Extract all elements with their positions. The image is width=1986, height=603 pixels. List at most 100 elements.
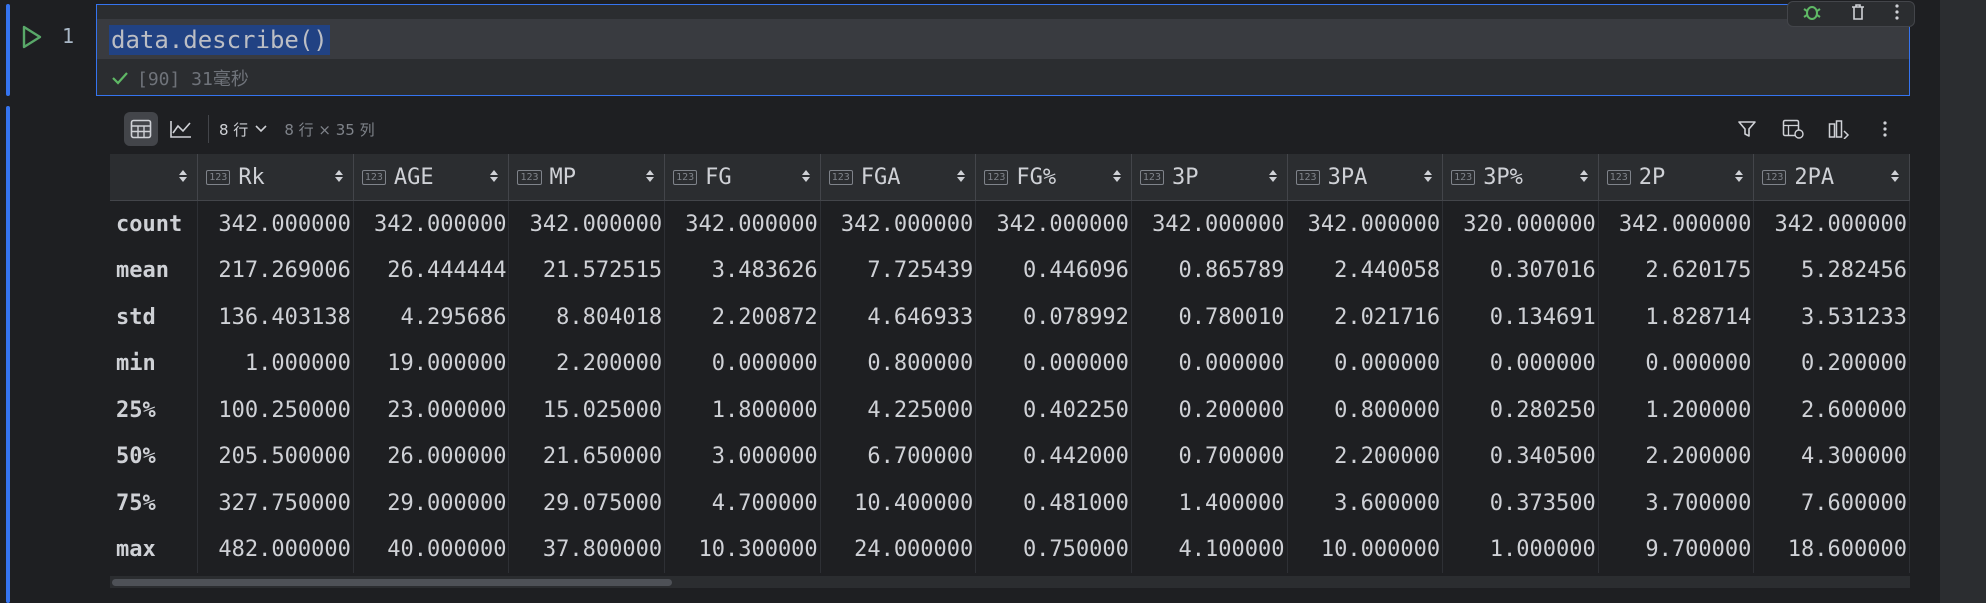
table-cell[interactable]: 5.282456 [1753,247,1910,294]
table-cell[interactable]: 21.572515 [508,247,666,294]
table-cell[interactable]: 0.865789 [1131,247,1288,294]
table-cell[interactable]: 0.200000 [1131,387,1288,434]
table-cell[interactable]: 342.000000 [197,200,354,248]
scrollbar-thumb[interactable] [112,579,672,586]
table-cell[interactable]: 0.000000 [1442,340,1599,387]
table-cell[interactable]: 24.000000 [820,526,977,573]
table-cell[interactable]: 0.700000 [1131,433,1288,480]
table-cell[interactable]: 2.600000 [1753,387,1910,434]
table-cell[interactable]: 1.000000 [197,340,354,387]
table-cell[interactable]: 4.646933 [820,294,977,341]
table-cell[interactable]: 29.075000 [508,480,666,527]
row-index-label[interactable]: min [110,340,199,387]
table-cell[interactable]: 0.078992 [975,294,1132,341]
columns-button[interactable] [1822,112,1856,146]
table-cell[interactable]: 21.650000 [508,433,666,480]
table-cell[interactable]: 342.000000 [975,200,1132,248]
code-cell[interactable]: data.describe() [90] 31毫秒 [96,1,1915,96]
table-cell[interactable]: 342.000000 [1287,200,1444,248]
column-header[interactable]: 123 FG [664,154,821,201]
table-cell[interactable]: 100.250000 [197,387,354,434]
row-index-label[interactable]: 75% [110,480,199,527]
table-cell[interactable]: 0.280250 [1442,387,1599,434]
table-cell[interactable]: 18.600000 [1753,526,1910,573]
rows-dropdown[interactable]: 8 行 [219,119,268,140]
cell-more-button[interactable] [1894,3,1900,25]
table-cell[interactable]: 10.300000 [664,526,821,573]
chart-view-button[interactable] [164,112,198,146]
filter-button[interactable] [1730,112,1764,146]
table-cell[interactable]: 10.400000 [820,480,977,527]
table-cell[interactable]: 6.700000 [820,433,977,480]
table-cell[interactable]: 205.500000 [197,433,354,480]
table-cell[interactable]: 136.403138 [197,294,354,341]
column-header[interactable]: 123 3P [1131,154,1288,201]
table-cell[interactable]: 2.620175 [1598,247,1755,294]
table-cell[interactable]: 9.700000 [1598,526,1755,573]
table-cell[interactable]: 26.000000 [353,433,510,480]
table-cell[interactable]: 0.800000 [1287,387,1444,434]
table-cell[interactable]: 217.269006 [197,247,354,294]
row-index-label[interactable]: max [110,526,199,573]
table-cell[interactable]: 3.531233 [1753,294,1910,341]
column-header[interactable]: 123 3P% [1442,154,1599,201]
column-header[interactable]: 123 2PA [1753,154,1910,201]
table-cell[interactable]: 1.400000 [1131,480,1288,527]
table-cell[interactable]: 0.373500 [1442,480,1599,527]
export-table-button[interactable] [1776,112,1810,146]
table-cell[interactable]: 40.000000 [353,526,510,573]
table-cell[interactable]: 3.600000 [1287,480,1444,527]
table-cell[interactable]: 4.100000 [1131,526,1288,573]
table-cell[interactable]: 482.000000 [197,526,354,573]
table-cell[interactable]: 0.750000 [975,526,1132,573]
table-cell[interactable]: 0.200000 [1753,340,1910,387]
horizontal-scrollbar[interactable] [110,576,1910,588]
table-cell[interactable]: 2.200000 [508,340,666,387]
run-cell-button[interactable] [18,24,44,50]
table-cell[interactable]: 2.200000 [1598,433,1755,480]
table-cell[interactable]: 15.025000 [508,387,666,434]
table-cell[interactable]: 342.000000 [508,200,666,248]
table-cell[interactable]: 0.340500 [1442,433,1599,480]
table-cell[interactable]: 8.804018 [508,294,666,341]
table-cell[interactable]: 3.000000 [664,433,821,480]
index-column-header[interactable] [110,154,199,201]
column-header[interactable]: 123 Rk [197,154,354,201]
table-cell[interactable]: 0.481000 [975,480,1132,527]
table-cell[interactable]: 327.750000 [197,480,354,527]
table-cell[interactable]: 2.021716 [1287,294,1444,341]
table-cell[interactable]: 1.200000 [1598,387,1755,434]
table-cell[interactable]: 3.700000 [1598,480,1755,527]
table-cell[interactable]: 0.307016 [1442,247,1599,294]
row-index-label[interactable]: std [110,294,199,341]
column-header[interactable]: 123 2P [1598,154,1755,201]
column-header[interactable]: 123 AGE [353,154,510,201]
table-cell[interactable]: 4.300000 [1753,433,1910,480]
delete-cell-button[interactable] [1849,3,1867,25]
table-cell[interactable]: 0.000000 [1598,340,1755,387]
column-header[interactable]: 123 3PA [1287,154,1444,201]
column-header[interactable]: 123 FGA [820,154,977,201]
table-cell[interactable]: 342.000000 [664,200,821,248]
table-cell[interactable]: 2.440058 [1287,247,1444,294]
table-cell[interactable]: 1.828714 [1598,294,1755,341]
table-view-button[interactable] [124,112,158,146]
table-cell[interactable]: 7.600000 [1753,480,1910,527]
table-cell[interactable]: 4.700000 [664,480,821,527]
code-text[interactable]: data.describe() [109,25,330,55]
table-cell[interactable]: 0.442000 [975,433,1132,480]
table-cell[interactable]: 2.200872 [664,294,821,341]
table-cell[interactable]: 23.000000 [353,387,510,434]
table-cell[interactable]: 342.000000 [1598,200,1755,248]
column-header[interactable]: 123 MP [508,154,666,201]
row-index-label[interactable]: count [110,200,199,248]
table-cell[interactable]: 19.000000 [353,340,510,387]
debug-cell-button[interactable] [1802,3,1822,25]
table-cell[interactable]: 0.000000 [975,340,1132,387]
table-cell[interactable]: 29.000000 [353,480,510,527]
table-cell[interactable]: 3.483626 [664,247,821,294]
table-cell[interactable]: 4.225000 [820,387,977,434]
column-header[interactable]: 123 FG% [975,154,1132,201]
table-cell[interactable]: 320.000000 [1442,200,1599,248]
table-cell[interactable]: 0.402250 [975,387,1132,434]
